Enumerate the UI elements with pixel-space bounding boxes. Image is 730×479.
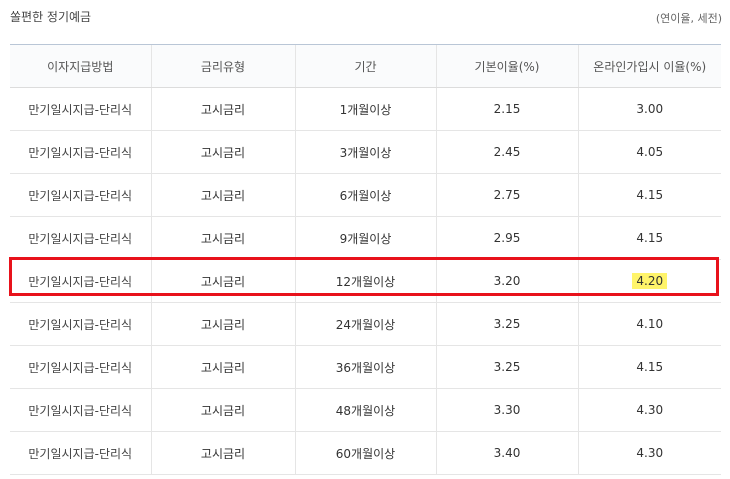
cell-rate-type: 고시금리 xyxy=(150,431,295,475)
table-row: 만기일시지급-단리식 고시금리 1개월이상 2.15 3.00 xyxy=(10,87,721,131)
cell-online-rate: 4.30 xyxy=(577,388,721,432)
cell-rate-type: 고시금리 xyxy=(150,173,295,217)
cell-period: 24개월이상 xyxy=(294,302,436,346)
page-title: 쏠편한 정기예금 xyxy=(10,10,92,24)
cell-period: 1개월이상 xyxy=(294,87,436,131)
cell-method: 만기일시지급-단리식 xyxy=(10,87,151,131)
cell-period: 9개월이상 xyxy=(294,216,436,260)
table-row: 만기일시지급-단리식 고시금리 9개월이상 2.95 4.15 xyxy=(10,216,721,260)
table-row-highlighted: 만기일시지급-단리식 고시금리 12개월이상 3.20 4.20 xyxy=(10,259,721,303)
cell-method: 만기일시지급-단리식 xyxy=(10,173,151,217)
cell-online-rate: 4.20 xyxy=(577,259,721,303)
cell-period: 3개월이상 xyxy=(294,130,436,174)
rate-table: 이자지급방법 금리유형 기간 기본이율(%) 온라인가입시 이율(%) 만기일시… xyxy=(10,44,721,475)
highlight-marker: 4.20 xyxy=(632,273,668,289)
cell-online-rate: 4.15 xyxy=(577,173,721,217)
cell-online-rate: 4.30 xyxy=(577,431,721,475)
cell-base-rate: 2.15 xyxy=(435,87,578,131)
cell-period: 12개월이상 xyxy=(294,259,436,303)
column-header-method: 이자지급방법 xyxy=(10,44,151,88)
cell-method: 만기일시지급-단리식 xyxy=(10,388,151,432)
cell-base-rate: 3.25 xyxy=(435,302,578,346)
cell-rate-type: 고시금리 xyxy=(150,388,295,432)
cell-method: 만기일시지급-단리식 xyxy=(10,216,151,260)
table-row: 만기일시지급-단리식 고시금리 6개월이상 2.75 4.15 xyxy=(10,173,721,217)
cell-rate-type: 고시금리 xyxy=(150,87,295,131)
cell-period: 6개월이상 xyxy=(294,173,436,217)
cell-method: 만기일시지급-단리식 xyxy=(10,431,151,475)
cell-online-rate: 4.10 xyxy=(577,302,721,346)
cell-rate-type: 고시금리 xyxy=(150,259,295,303)
cell-base-rate: 2.75 xyxy=(435,173,578,217)
cell-online-rate: 4.15 xyxy=(577,345,721,389)
column-header-period: 기간 xyxy=(294,44,436,88)
cell-base-rate: 3.20 xyxy=(435,259,578,303)
cell-base-rate: 3.25 xyxy=(435,345,578,389)
unit-note: (연이율, 세전) xyxy=(655,12,722,25)
table-row: 만기일시지급-단리식 고시금리 24개월이상 3.25 4.10 xyxy=(10,302,721,346)
table-row: 만기일시지급-단리식 고시금리 3개월이상 2.45 4.05 xyxy=(10,130,721,174)
cell-method: 만기일시지급-단리식 xyxy=(10,130,151,174)
table-row: 만기일시지급-단리식 고시금리 60개월이상 3.40 4.30 xyxy=(10,431,721,475)
table-row: 만기일시지급-단리식 고시금리 48개월이상 3.30 4.30 xyxy=(10,388,721,432)
table-row: 만기일시지급-단리식 고시금리 36개월이상 3.25 4.15 xyxy=(10,345,721,389)
column-header-base-rate: 기본이율(%) xyxy=(435,44,578,88)
cell-rate-type: 고시금리 xyxy=(150,216,295,260)
cell-method: 만기일시지급-단리식 xyxy=(10,259,151,303)
cell-online-rate: 4.15 xyxy=(577,216,721,260)
cell-base-rate: 2.45 xyxy=(435,130,578,174)
cell-rate-type: 고시금리 xyxy=(150,130,295,174)
column-header-rate-type: 금리유형 xyxy=(150,44,295,88)
cell-period: 36개월이상 xyxy=(294,345,436,389)
table-header-row: 이자지급방법 금리유형 기간 기본이율(%) 온라인가입시 이율(%) xyxy=(10,44,721,88)
cell-method: 만기일시지급-단리식 xyxy=(10,302,151,346)
cell-period: 48개월이상 xyxy=(294,388,436,432)
cell-period: 60개월이상 xyxy=(294,431,436,475)
cell-online-rate: 4.05 xyxy=(577,130,721,174)
cell-base-rate: 2.95 xyxy=(435,216,578,260)
cell-rate-type: 고시금리 xyxy=(150,302,295,346)
column-header-online-rate: 온라인가입시 이율(%) xyxy=(577,44,721,88)
cell-method: 만기일시지급-단리식 xyxy=(10,345,151,389)
cell-rate-type: 고시금리 xyxy=(150,345,295,389)
cell-online-rate: 3.00 xyxy=(577,87,721,131)
cell-base-rate: 3.30 xyxy=(435,388,578,432)
cell-base-rate: 3.40 xyxy=(435,431,578,475)
